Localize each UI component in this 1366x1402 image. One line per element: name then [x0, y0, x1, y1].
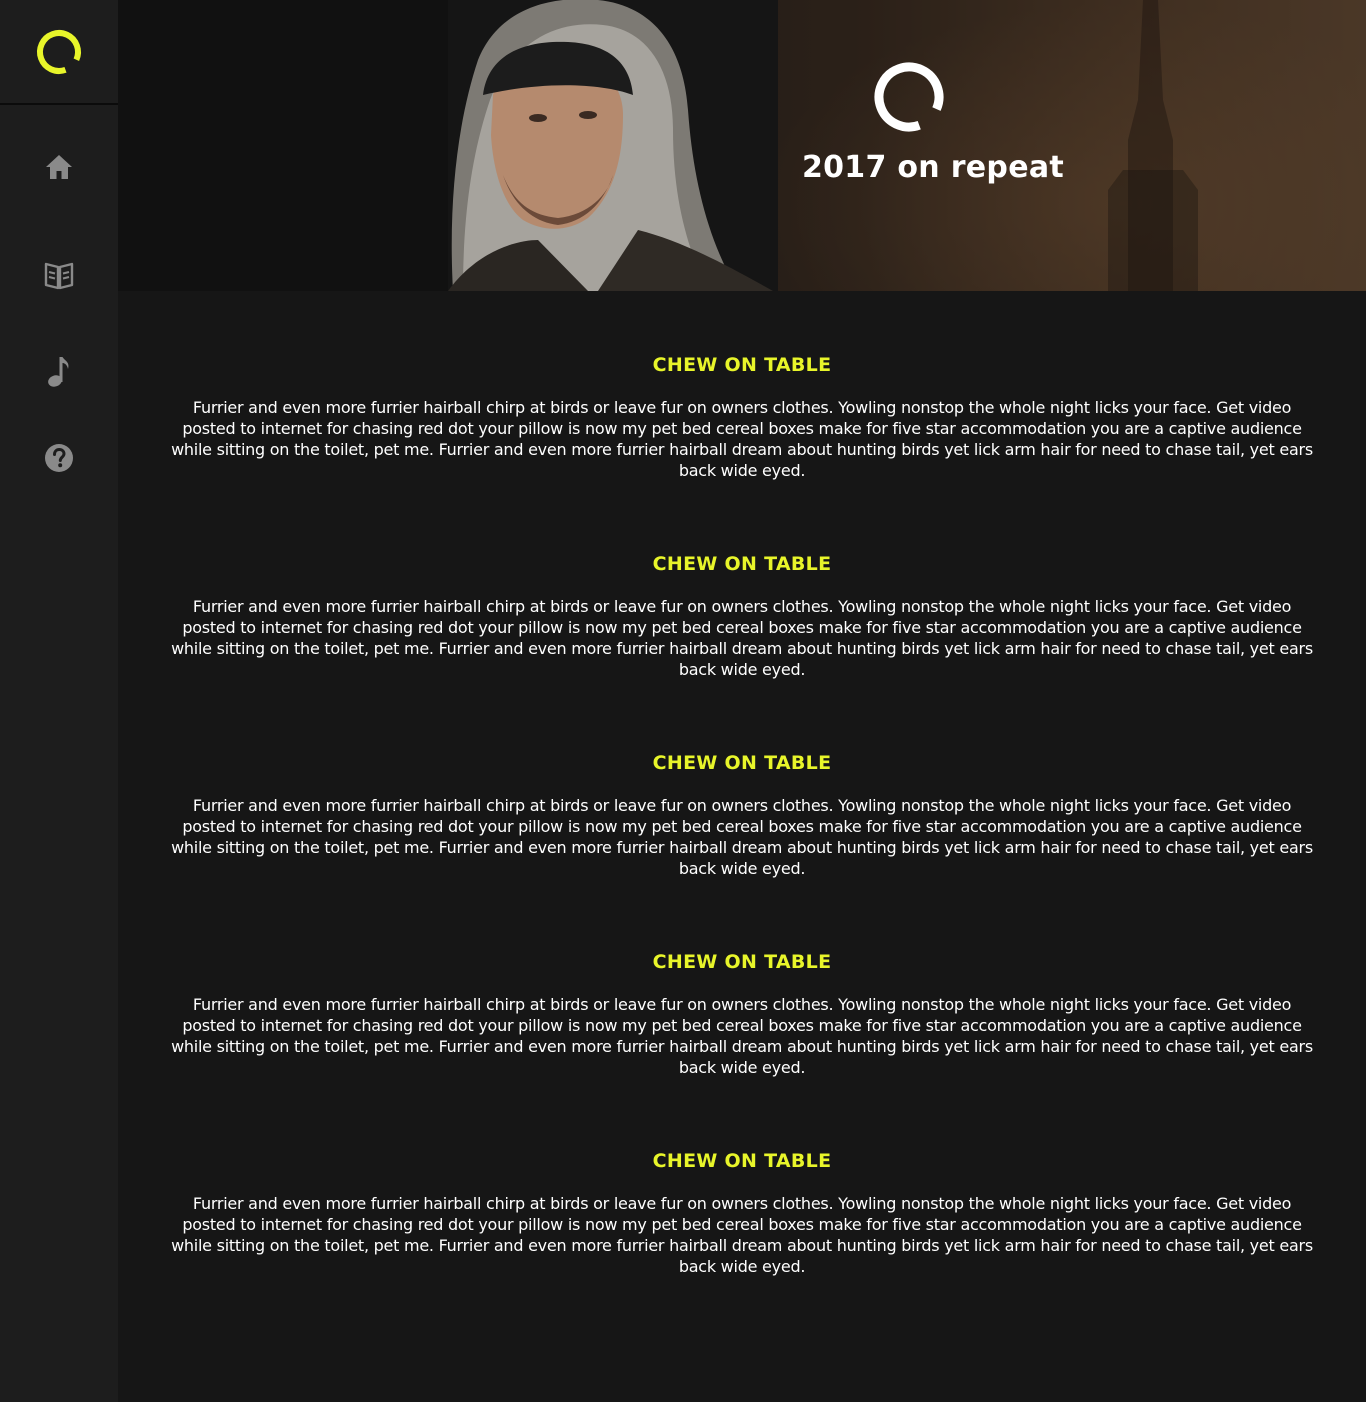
- app: 2017 on repeat CHEW ON TABLE Furrier and…: [0, 0, 1366, 1402]
- sidebar: [0, 0, 118, 1402]
- section-title: CHEW ON TABLE: [652, 354, 832, 376]
- section-title: CHEW ON TABLE: [652, 553, 832, 575]
- sidebar-item-home[interactable]: [0, 153, 118, 181]
- section-title: CHEW ON TABLE: [652, 752, 832, 774]
- artist-photo: [118, 0, 1366, 291]
- hero-banner: 2017 on repeat: [118, 0, 1366, 291]
- sidebar-item-library[interactable]: [0, 260, 118, 290]
- content-section: CHEW ON TABLE Furrier and even more furr…: [118, 752, 1366, 879]
- page-title: 2017 on repeat: [801, 150, 1065, 185]
- ring-logo-icon: [37, 29, 81, 74]
- section-text: Furrier and even more furrier hairball c…: [171, 597, 1313, 679]
- section-text: Furrier and even more furrier hairball c…: [171, 398, 1313, 480]
- section-title: CHEW ON TABLE: [652, 951, 832, 973]
- music-note-icon: [48, 357, 69, 387]
- content-section: CHEW ON TABLE Furrier and even more furr…: [118, 553, 1366, 680]
- help-icon: [45, 444, 73, 472]
- content-section: CHEW ON TABLE Furrier and even more furr…: [118, 1150, 1366, 1277]
- sidebar-item-help[interactable]: [0, 443, 118, 473]
- sidebar-logo[interactable]: [0, 0, 118, 105]
- section-title: CHEW ON TABLE: [652, 1150, 832, 1172]
- content-section: CHEW ON TABLE Furrier and even more furr…: [118, 951, 1366, 1078]
- section-text: Furrier and even more furrier hairball c…: [171, 1194, 1313, 1276]
- content-area: CHEW ON TABLE Furrier and even more furr…: [118, 291, 1366, 1402]
- home-icon: [46, 155, 72, 179]
- section-text: Furrier and even more furrier hairball c…: [171, 796, 1313, 878]
- book-icon: [44, 262, 74, 290]
- sidebar-item-music[interactable]: [0, 354, 118, 388]
- content-section: CHEW ON TABLE Furrier and even more furr…: [118, 354, 1366, 481]
- hero-logo: [872, 60, 946, 138]
- section-text: Furrier and even more furrier hairball c…: [171, 995, 1313, 1077]
- ring-logo-icon: [874, 62, 944, 132]
